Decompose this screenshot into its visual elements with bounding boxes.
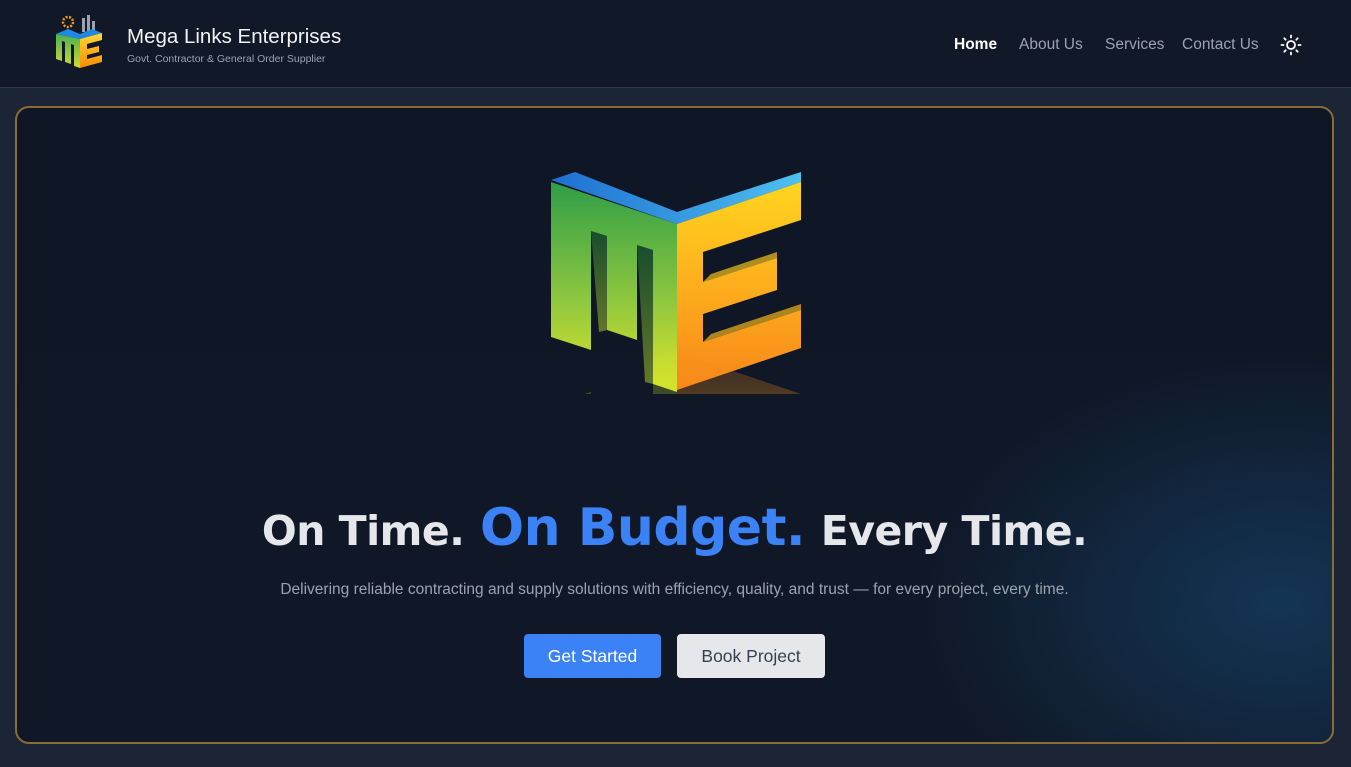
sun-icon[interactable]: [1280, 34, 1302, 56]
me-logo-icon[interactable]: [52, 12, 106, 70]
me-3d-logo-icon: [551, 172, 801, 450]
brand-name[interactable]: Mega Links Enterprises: [127, 25, 341, 49]
get-started-button[interactable]: Get Started: [524, 634, 661, 678]
nav-link-services[interactable]: Services: [1105, 36, 1164, 54]
brand-tagline: Govt. Contractor & General Order Supplie…: [127, 53, 326, 65]
hero-subtext: Delivering reliable contracting and supp…: [280, 581, 1069, 598]
navbar: Mega Links Enterprises Govt. Contractor …: [0, 0, 1351, 88]
headline-every-time: Every Time.: [820, 507, 1088, 555]
nav-link-home[interactable]: Home: [954, 36, 997, 54]
nav-link-contact-us[interactable]: Contact Us: [1182, 36, 1259, 54]
hero-section: On Time. On Budget. Every Time. Deliveri…: [15, 106, 1334, 744]
headline-on-budget: On Budget.: [479, 498, 806, 558]
nav-link-about-us[interactable]: About Us: [1019, 36, 1083, 54]
headline-on-time: On Time.: [261, 507, 465, 555]
book-project-button[interactable]: Book Project: [677, 634, 825, 678]
hero-headline: On Time. On Budget. Every Time.: [17, 496, 1332, 572]
